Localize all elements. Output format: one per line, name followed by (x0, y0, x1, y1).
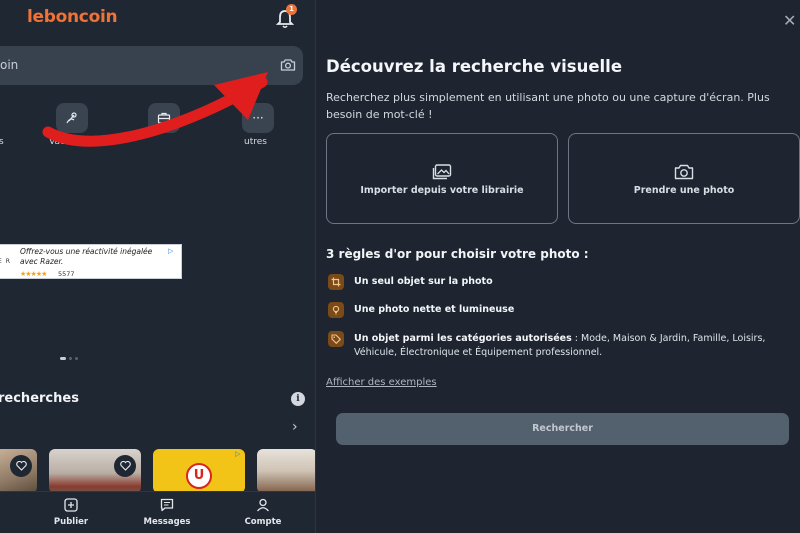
user-icon (257, 498, 269, 512)
ad-choices-icon[interactable]: ▷ (235, 450, 240, 458)
category-label-vacances: Vac (49, 137, 65, 147)
search-bar[interactable]: oin (0, 46, 303, 85)
more-icon: ··· (252, 111, 264, 125)
nav-messages[interactable]: Messages (132, 497, 202, 527)
tag-icon (328, 331, 344, 347)
notification-badge: 1 (286, 4, 297, 15)
ad-banner[interactable]: E R Offrez-vous une réactivité inégalée … (0, 244, 182, 279)
rules-title: 3 règles d'or pour choisir votre photo : (326, 247, 589, 261)
rule-text: Un seul objet sur la photo (354, 276, 493, 287)
visual-search-description: Recherchez plus simplement en utilisant … (326, 91, 770, 121)
search-placeholder: oin (0, 58, 19, 72)
ad-choices-icon[interactable]: ▷ (168, 247, 173, 255)
crop-icon (328, 274, 344, 290)
listing-thumbnail[interactable] (0, 449, 37, 493)
visual-search-camera-icon[interactable] (280, 57, 296, 73)
heart-icon[interactable] (114, 455, 136, 477)
category-label-autres: utres (244, 137, 267, 147)
store-logo-icon: U (186, 463, 212, 489)
ad-stars: ★★★★★ (20, 270, 47, 278)
show-examples-link[interactable]: Afficher des exemples (326, 377, 437, 388)
annotation-arrow (42, 72, 268, 147)
visual-search-panel: ✕ Découvrez la recherche visuelle Recher… (316, 0, 800, 533)
nav-compte[interactable]: Compte (228, 497, 298, 527)
listing-thumbnail[interactable] (257, 449, 315, 493)
nav-label: Compte (244, 517, 282, 527)
take-photo-label: Prendre une photo (633, 185, 735, 196)
listing-thumbnail-ad[interactable]: U ▷ (153, 449, 245, 493)
plus-square-icon (64, 498, 78, 512)
rule-text-bold: Un objet parmi les catégories autorisées (354, 333, 572, 344)
take-photo-button[interactable]: Prendre une photo (568, 133, 800, 224)
rule-text: Une photo nette et lumineuse (354, 304, 515, 315)
leboncoin-logo: leboncoin (27, 7, 118, 27)
close-icon[interactable]: ✕ (783, 13, 796, 29)
ad-rating-count: 5577 (58, 270, 75, 278)
category-label: s (0, 137, 4, 147)
import-library-label: Importer depuis votre librairie (360, 185, 524, 196)
heart-icon[interactable] (10, 455, 32, 477)
ad-text: Offrez-vous une réactivité inégalée avec… (20, 247, 153, 266)
message-icon (160, 498, 174, 512)
carousel-dots (60, 357, 78, 360)
nav-publier[interactable]: Publier (36, 497, 106, 527)
carousel-dot (75, 357, 78, 360)
visual-search-title: Découvrez la recherche visuelle (326, 57, 623, 76)
recent-searches-title: recherches (0, 391, 79, 406)
gallery-icon (432, 164, 452, 180)
camera-icon (674, 164, 694, 180)
category-button-vacances[interactable] (56, 103, 88, 133)
app-background-panel: leboncoin 1 oin ··· s Vac utres E R Offr… (0, 0, 315, 533)
lightbulb-icon (328, 302, 344, 318)
import-library-button[interactable]: Importer depuis votre librairie (326, 133, 558, 224)
beach-icon (66, 112, 77, 124)
carousel-dot (69, 357, 72, 360)
chevron-right-icon[interactable]: › (292, 419, 298, 435)
category-button-autres[interactable]: ··· (242, 103, 274, 133)
bottom-navigation: Publier Messages Compte (0, 491, 315, 533)
info-icon[interactable]: i (291, 392, 305, 406)
category-button-emploi[interactable] (148, 103, 180, 133)
carousel-dot (60, 357, 66, 360)
ad-brand: E R (0, 258, 11, 265)
nav-label: Messages (143, 517, 191, 527)
nav-label: Publier (53, 517, 89, 527)
listing-thumbnail[interactable] (49, 449, 141, 493)
briefcase-icon (157, 112, 171, 124)
search-button[interactable]: Rechercher (336, 413, 789, 445)
